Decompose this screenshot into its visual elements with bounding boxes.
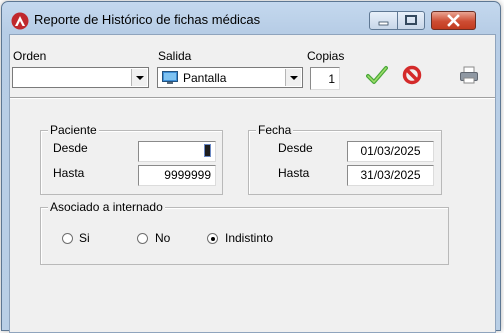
chevron-down-icon[interactable] xyxy=(285,69,301,86)
printer-icon[interactable] xyxy=(459,65,479,85)
copias-input[interactable]: 1 xyxy=(310,67,340,90)
fecha-desde-label: Desde xyxy=(278,141,313,155)
paciente-group: Paciente Desde Hasta 9999999 xyxy=(40,123,223,195)
minimize-icon xyxy=(378,21,389,26)
copias-label: Copias xyxy=(307,49,345,63)
fecha-desde-input[interactable]: 01/03/2025 xyxy=(347,141,434,162)
paciente-legend: Paciente xyxy=(48,123,99,137)
toolbar-divider xyxy=(10,97,495,99)
close-button[interactable] xyxy=(431,11,476,30)
fecha-hasta-input[interactable]: 31/03/2025 xyxy=(347,165,434,186)
paciente-desde-input[interactable] xyxy=(138,141,216,162)
paciente-hasta-label: Hasta xyxy=(53,166,85,180)
salida-value: Pantalla xyxy=(183,71,227,85)
text-cursor xyxy=(204,144,211,157)
radio-no-button[interactable] xyxy=(137,233,148,244)
app-logo-icon xyxy=(11,12,29,30)
orden-select[interactable] xyxy=(12,67,149,88)
asociado-group: Asociado a internado Si No Indistinto xyxy=(40,200,449,265)
radio-no-label[interactable]: No xyxy=(155,231,170,245)
orden-label: Orden xyxy=(13,49,47,63)
chevron-down-icon[interactable] xyxy=(131,69,147,86)
fecha-hasta-label: Hasta xyxy=(278,166,310,180)
radio-si-label[interactable]: Si xyxy=(79,231,90,245)
asociado-legend: Asociado a internado xyxy=(48,200,165,214)
close-icon xyxy=(447,14,460,27)
no-entry-icon[interactable] xyxy=(402,65,422,85)
paciente-hasta-input[interactable]: 9999999 xyxy=(138,165,216,186)
salida-select[interactable]: Pantalla xyxy=(157,67,303,88)
paciente-desde-label: Desde xyxy=(53,141,88,155)
maximize-icon xyxy=(405,15,417,25)
fecha-legend: Fecha xyxy=(256,123,294,137)
checkmark-icon[interactable] xyxy=(366,65,388,85)
minimize-button[interactable] xyxy=(369,11,398,30)
dialog-body: Orden Salida Pantalla Copias 1 Paciente … xyxy=(9,34,496,333)
maximize-button[interactable] xyxy=(397,11,425,30)
fecha-group: Fecha Desde 01/03/2025 Hasta 31/03/2025 xyxy=(248,123,442,195)
radio-indistinto-label[interactable]: Indistinto xyxy=(225,231,273,245)
report-window: Reporte de Histórico de fichas médicas O… xyxy=(1,1,501,333)
radio-indistinto-button[interactable] xyxy=(207,233,218,244)
monitor-icon xyxy=(162,71,178,84)
radio-si-button[interactable] xyxy=(62,233,73,244)
window-title: Reporte de Histórico de fichas médicas xyxy=(34,12,261,27)
salida-label: Salida xyxy=(158,49,192,63)
title-bar[interactable]: Reporte de Histórico de fichas médicas xyxy=(2,2,500,34)
